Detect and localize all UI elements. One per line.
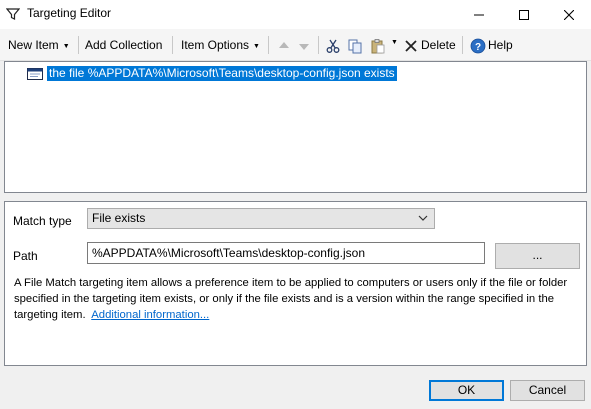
item-options-button[interactable]: Item Options ▼ bbox=[181, 38, 260, 52]
path-field[interactable]: %APPDATA%\Microsoft\Teams\desktop-config… bbox=[87, 242, 485, 264]
help-label: Help bbox=[488, 38, 513, 52]
browse-button[interactable]: ... bbox=[495, 243, 580, 269]
match-type-select[interactable]: File exists bbox=[87, 208, 435, 229]
add-collection-label: Add Collection bbox=[85, 38, 163, 52]
move-down-icon[interactable] bbox=[296, 38, 312, 54]
copy-icon[interactable] bbox=[347, 38, 363, 54]
window-title: Targeting Editor bbox=[27, 6, 112, 20]
match-type-label: Match type bbox=[13, 214, 72, 228]
toolbar-separator bbox=[172, 36, 173, 54]
minimize-button[interactable] bbox=[457, 0, 501, 29]
toolbar: New Item ▼ Add Collection Item Options ▼ ▼… bbox=[0, 29, 591, 61]
new-item-button[interactable]: New Item ▼ bbox=[8, 38, 70, 52]
paste-icon[interactable] bbox=[370, 38, 386, 54]
path-label: Path bbox=[13, 249, 38, 263]
additional-information-link[interactable]: Additional information... bbox=[91, 309, 209, 321]
chevron-down-icon bbox=[418, 215, 428, 221]
filter-icon bbox=[6, 8, 20, 20]
delete-button[interactable]: Delete bbox=[421, 38, 456, 52]
ok-button[interactable]: OK bbox=[429, 380, 504, 401]
move-up-icon[interactable] bbox=[276, 38, 292, 54]
new-item-label: New Item bbox=[8, 38, 59, 52]
title-bar: Targeting Editor bbox=[0, 0, 591, 29]
paste-dropdown-arrow-icon[interactable]: ▼ bbox=[391, 39, 398, 46]
toolbar-separator bbox=[268, 36, 269, 54]
maximize-button[interactable] bbox=[502, 0, 546, 29]
dropdown-arrow-icon: ▼ bbox=[253, 43, 260, 50]
minimize-icon bbox=[474, 14, 484, 15]
add-collection-button[interactable]: Add Collection bbox=[85, 38, 162, 52]
file-match-icon bbox=[27, 67, 43, 80]
toolbar-separator bbox=[462, 36, 463, 54]
svg-text:?: ? bbox=[475, 42, 481, 53]
toolbar-separator bbox=[318, 36, 319, 54]
cancel-button[interactable]: Cancel bbox=[510, 380, 585, 401]
match-type-value: File exists bbox=[92, 211, 146, 225]
dropdown-arrow-icon: ▼ bbox=[62, 43, 70, 50]
cut-icon[interactable] bbox=[325, 38, 341, 54]
help-button[interactable]: Help bbox=[488, 38, 513, 52]
close-button[interactable] bbox=[547, 0, 591, 29]
targeting-tree[interactable]: the file %APPDATA%\Microsoft\Teams\deskt… bbox=[4, 61, 587, 193]
maximize-icon bbox=[519, 9, 529, 20]
properties-panel: Match type File exists Path %APPDATA%\Mi… bbox=[4, 201, 587, 366]
delete-icon bbox=[405, 40, 417, 52]
description-text: A File Match targeting item allows a pre… bbox=[14, 275, 584, 323]
close-icon bbox=[564, 9, 574, 20]
help-icon: ? bbox=[470, 38, 486, 54]
tree-item[interactable]: the file %APPDATA%\Microsoft\Teams\deskt… bbox=[27, 66, 397, 81]
item-options-label: Item Options bbox=[181, 38, 250, 52]
delete-label: Delete bbox=[421, 38, 456, 52]
tree-item-label: the file %APPDATA%\Microsoft\Teams\deskt… bbox=[47, 66, 397, 81]
toolbar-separator bbox=[78, 36, 79, 54]
